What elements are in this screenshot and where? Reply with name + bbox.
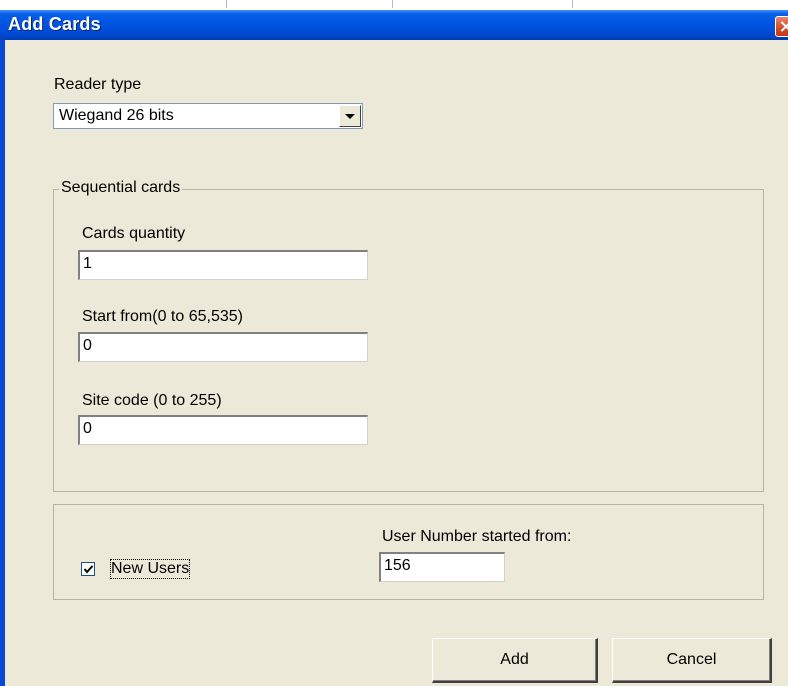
- new-users-label[interactable]: New Users: [109, 559, 191, 579]
- checkmark-icon: [83, 565, 94, 574]
- window-frame-left: [0, 40, 5, 686]
- add-cards-dialog: Add Cards Reader type Wiegand 26 bits Se…: [0, 10, 788, 686]
- user-number-label: User Number started from:: [382, 528, 572, 545]
- close-icon[interactable]: [775, 16, 788, 37]
- dropdown-button[interactable]: [339, 105, 361, 127]
- background-divider: [226, 0, 227, 8]
- sequential-cards-legend: Sequential cards: [59, 179, 183, 197]
- chevron-down-icon: [345, 114, 355, 119]
- start-from-label: Start from(0 to 65,535): [82, 308, 243, 325]
- title-bar[interactable]: Add Cards: [0, 10, 788, 40]
- add-button[interactable]: Add: [432, 638, 598, 683]
- reader-type-label: Reader type: [54, 76, 142, 93]
- cancel-button[interactable]: Cancel: [612, 638, 772, 683]
- screen: Add Cards Reader type Wiegand 26 bits Se…: [0, 0, 788, 686]
- cards-quantity-input[interactable]: 1: [78, 250, 368, 280]
- new-users-checkbox[interactable]: [81, 562, 95, 576]
- background-divider: [392, 0, 393, 8]
- reader-type-value: Wiegand 26 bits: [59, 107, 174, 124]
- user-number-input[interactable]: 156: [379, 552, 505, 582]
- background-divider: [572, 0, 573, 8]
- reader-type-select[interactable]: Wiegand 26 bits: [53, 103, 363, 129]
- dialog-title: Add Cards: [8, 14, 101, 34]
- cards-quantity-label: Cards quantity: [82, 225, 186, 242]
- site-code-label: Site code (0 to 255): [82, 392, 222, 409]
- site-code-input[interactable]: 0: [78, 415, 368, 445]
- start-from-input[interactable]: 0: [78, 332, 368, 362]
